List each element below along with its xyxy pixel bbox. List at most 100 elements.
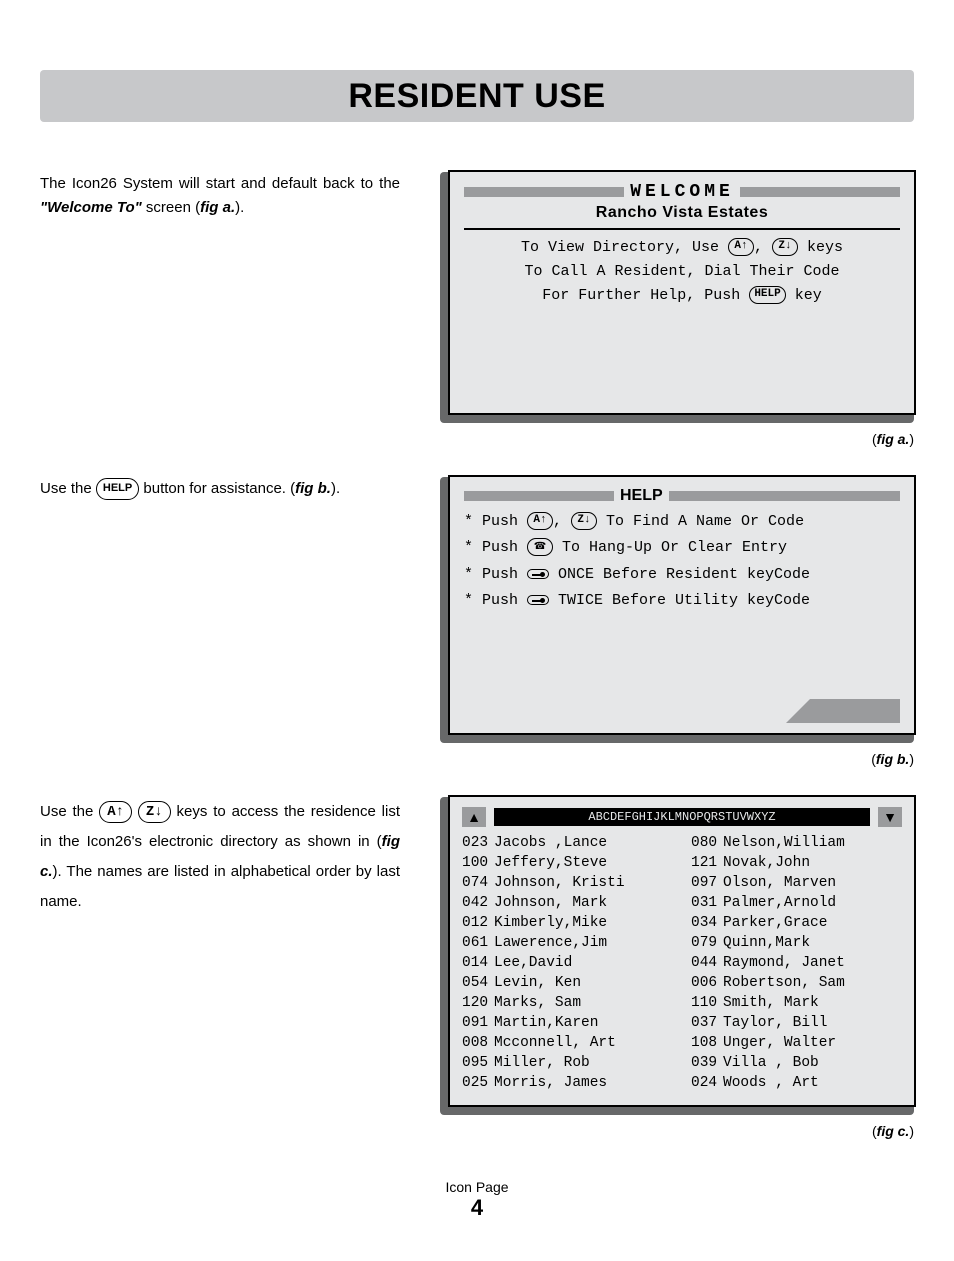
page-title: RESIDENT USE <box>348 77 605 116</box>
text: Use the <box>40 803 99 820</box>
directory-name: Unger, Walter <box>723 1035 836 1051</box>
directory-code: 031 <box>691 893 723 913</box>
screen-title: WELCOME <box>630 182 734 202</box>
directory-code: 095 <box>462 1053 494 1073</box>
directory-row: 091Martin,Karen <box>462 1013 673 1033</box>
directory-name: Parker,Grace <box>723 915 827 931</box>
directory-row: 108Unger, Walter <box>691 1033 902 1053</box>
directory-code: 080 <box>691 833 723 853</box>
directory-code: 012 <box>462 913 494 933</box>
help-line: * Push ONCE Before Resident keyCode <box>464 562 900 588</box>
directory-code: 120 <box>462 993 494 1013</box>
divider <box>464 228 900 230</box>
directory-name: Nelson,William <box>723 835 845 851</box>
text: The Icon26 System will start and default… <box>40 175 400 192</box>
help-line: * Push TWICE Before Utility keyCode <box>464 588 900 614</box>
caption-fig-a: (fig a.) <box>440 431 914 447</box>
directory-code: 024 <box>691 1073 723 1093</box>
title-bar-decor <box>740 187 900 197</box>
corner-decor <box>810 699 900 723</box>
directory-code: 023 <box>462 833 494 853</box>
directory-code: 037 <box>691 1013 723 1033</box>
directory-row: 095Miller, Rob <box>462 1053 673 1073</box>
title-bar-decor <box>464 491 614 501</box>
section-fig-a: The Icon26 System will start and default… <box>40 172 914 447</box>
a-up-key-icon: A↑ <box>99 801 132 823</box>
body-paragraph-1: The Icon26 System will start and default… <box>40 172 400 220</box>
directory-code: 044 <box>691 953 723 973</box>
page-number: 4 <box>40 1195 914 1221</box>
directory-name: Miller, Rob <box>494 1055 590 1071</box>
directory-code: 054 <box>462 973 494 993</box>
directory-name: Lawerence,Jim <box>494 935 607 951</box>
directory-row: 014Lee,David <box>462 953 673 973</box>
directory-row: 080Nelson,William <box>691 833 902 853</box>
directory-row: 039Villa , Bob <box>691 1053 902 1073</box>
text: ). The names are listed in alphabetical … <box>40 863 400 910</box>
text-emph: "Welcome To" <box>40 199 142 216</box>
body-paragraph-3: Use the A↑ Z↓ keys to access the residen… <box>40 797 400 917</box>
directory-row: 023Jacobs ,Lance <box>462 833 673 853</box>
screen-line: To Call A Resident, Dial Their Code <box>464 260 900 284</box>
welcome-screen: WELCOME Rancho Vista Estates To View Dir… <box>440 172 914 423</box>
directory-code: 025 <box>462 1073 494 1093</box>
title-bar-decor <box>669 491 900 501</box>
screen-line: For Further Help, Push HELP key <box>464 284 900 308</box>
a-up-key-icon: A↑ <box>728 238 754 256</box>
directory-code: 061 <box>462 933 494 953</box>
directory-name: Raymond, Janet <box>723 955 845 971</box>
directory-code: 039 <box>691 1053 723 1073</box>
directory-code: 091 <box>462 1013 494 1033</box>
directory-code: 006 <box>691 973 723 993</box>
directory-code: 100 <box>462 853 494 873</box>
directory-code: 014 <box>462 953 494 973</box>
help-key-icon: HELP <box>96 478 139 500</box>
directory-name: Smith, Mark <box>723 995 819 1011</box>
screen-title: HELP <box>620 487 663 505</box>
directory-code: 074 <box>462 873 494 893</box>
directory-row: 034Parker,Grace <box>691 913 902 933</box>
z-down-key-icon: Z↓ <box>571 512 597 530</box>
directory-name: Taylor, Bill <box>723 1015 827 1031</box>
help-line: * Push ☎ To Hang-Up Or Clear Entry <box>464 535 900 561</box>
directory-name: Villa , Bob <box>723 1055 819 1071</box>
directory-row: 097Olson, Marven <box>691 873 902 893</box>
directory-code: 121 <box>691 853 723 873</box>
directory-name: Robertson, Sam <box>723 975 845 991</box>
section-fig-c: Use the A↑ Z↓ keys to access the residen… <box>40 797 914 1139</box>
directory-screen: ▲ ABCDEFGHIJKLMNOPQRSTUVWXYZ ▼ 023Jacobs… <box>440 797 914 1115</box>
directory-row: 042Johnson, Mark <box>462 893 673 913</box>
directory-row: 031Palmer,Arnold <box>691 893 902 913</box>
directory-row: 079Quinn,Mark <box>691 933 902 953</box>
text: screen ( <box>142 199 200 216</box>
directory-row: 012Kimberly,Mike <box>462 913 673 933</box>
directory-name: Johnson, Kristi <box>494 875 625 891</box>
directory-name: Mcconnell, Art <box>494 1035 616 1051</box>
fig-ref: fig a. <box>200 199 235 216</box>
directory-row: 008Mcconnell, Art <box>462 1033 673 1053</box>
directory-code: 042 <box>462 893 494 913</box>
caption-fig-c: (fig c.) <box>440 1123 914 1139</box>
alphabet-bar: ABCDEFGHIJKLMNOPQRSTUVWXYZ <box>494 808 870 826</box>
scroll-down-icon: ▼ <box>878 807 902 827</box>
directory-row: 024Woods , Art <box>691 1073 902 1093</box>
directory-name: Marks, Sam <box>494 995 581 1011</box>
directory-row: 061Lawerence,Jim <box>462 933 673 953</box>
page-footer: Icon Page 4 <box>40 1179 914 1221</box>
screen-line: To View Directory, Use A↑, Z↓ keys <box>464 236 900 260</box>
directory-code: 008 <box>462 1033 494 1053</box>
directory-row: 121Novak,John <box>691 853 902 873</box>
page-header: RESIDENT USE <box>40 70 914 122</box>
directory-code: 108 <box>691 1033 723 1053</box>
directory-name: Levin, Ken <box>494 975 581 991</box>
body-paragraph-2: Use the HELP button for assistance. (fig… <box>40 477 400 501</box>
directory-name: Woods , Art <box>723 1075 819 1091</box>
section-fig-b: Use the HELP button for assistance. (fig… <box>40 477 914 767</box>
directory-name: Lee,David <box>494 955 572 971</box>
directory-code: 110 <box>691 993 723 1013</box>
directory-name: Jacobs ,Lance <box>494 835 607 851</box>
z-down-key-icon: Z↓ <box>138 801 171 823</box>
fig-ref: fig b. <box>295 480 331 497</box>
directory-row: 110Smith, Mark <box>691 993 902 1013</box>
text: Use the <box>40 480 96 497</box>
